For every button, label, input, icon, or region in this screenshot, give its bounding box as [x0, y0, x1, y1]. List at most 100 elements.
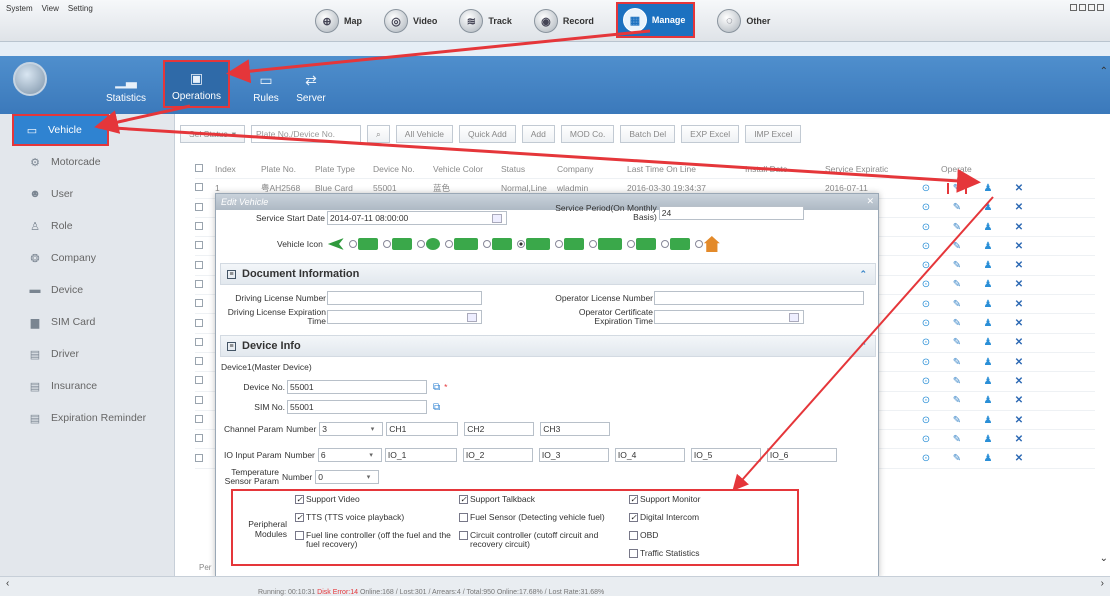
io-3-field[interactable]: IO_3	[538, 448, 609, 462]
peripheral-option[interactable]: Fuel line controller (off the fuel and t…	[295, 531, 455, 549]
sidebar-item-expiration-reminder[interactable]: ▤ Expiration Reminder	[0, 402, 174, 434]
exp-excel-button[interactable]: EXP Excel	[681, 125, 740, 143]
vehicle-icon-option[interactable]	[382, 238, 412, 250]
edit-icon[interactable]: ✎	[952, 415, 962, 426]
sidebar-item-driver[interactable]: ▤ Driver	[0, 338, 174, 370]
user-icon[interactable]: ♟	[983, 279, 993, 290]
vehicle-icon-option[interactable]	[516, 238, 550, 250]
driving-license-field[interactable]	[327, 291, 482, 305]
tab-statistics[interactable]: ▁▃ Statistics	[98, 60, 154, 108]
user-icon[interactable]: ♟	[983, 376, 993, 387]
checkbox[interactable]	[459, 513, 468, 522]
vehicle-icon-option[interactable]	[348, 238, 378, 250]
scroll-up-icon[interactable]: ⌃	[1100, 66, 1108, 77]
row-checkbox[interactable]	[195, 241, 203, 250]
io-6-field[interactable]: IO_6	[766, 448, 837, 462]
sidebar-item-insurance[interactable]: ▤ Insurance	[0, 370, 174, 402]
sidebar-item-role[interactable]: ♙ Role	[0, 210, 174, 242]
row-checkbox[interactable]	[195, 357, 203, 366]
row-checkbox[interactable]	[195, 395, 203, 404]
delete-icon[interactable]: ✕	[1014, 279, 1024, 290]
delete-icon[interactable]: ✕	[1014, 434, 1024, 445]
row-checkbox[interactable]	[195, 222, 203, 231]
quick-add-button[interactable]: Quick Add	[459, 125, 516, 143]
edit-icon[interactable]: ✎	[952, 241, 962, 252]
sim-no-field[interactable]: 55001	[287, 400, 427, 414]
row-checkbox[interactable]	[195, 299, 203, 308]
io-5-field[interactable]: IO_5	[690, 448, 761, 462]
row-checkbox[interactable]	[195, 415, 203, 423]
view-icon[interactable]: ⊙	[921, 279, 931, 290]
view-icon[interactable]: ⊙	[921, 415, 931, 426]
maximize-icon[interactable]	[1088, 4, 1095, 11]
nav-other-button[interactable]: ◌ Other	[717, 6, 770, 36]
sidebar-item-vehicle[interactable]: ▭ Vehicle	[12, 114, 109, 146]
vehicle-icon-option[interactable]	[626, 238, 656, 250]
calendar-icon[interactable]	[491, 213, 502, 223]
tab-operations[interactable]: ▣ Operations	[163, 60, 230, 108]
nav-video-button[interactable]: ◎ Video	[384, 6, 437, 36]
peripheral-option[interactable]: Traffic Statistics	[629, 549, 789, 558]
edit-icon[interactable]: ✎	[947, 182, 967, 194]
imp-excel-button[interactable]: IMP Excel	[745, 125, 802, 143]
row-checkbox[interactable]	[195, 183, 203, 192]
sidebar-item-company[interactable]: ❂ Company	[0, 242, 174, 274]
row-checkbox[interactable]	[195, 279, 203, 288]
search-button[interactable]: ⌕	[367, 125, 390, 143]
all-vehicle-button[interactable]: All Vehicle	[395, 125, 454, 143]
row-checkbox[interactable]	[195, 337, 203, 346]
row-checkbox[interactable]	[195, 318, 203, 327]
view-icon[interactable]: ⊙	[921, 299, 931, 310]
user-icon[interactable]: ♟	[983, 299, 993, 310]
peripheral-option[interactable]: Circuit controller (cutoff circuit and r…	[459, 531, 609, 549]
status-select[interactable]: Sel Status ▾	[180, 125, 246, 143]
view-icon[interactable]: ⊙	[921, 318, 931, 329]
user-icon[interactable]: ♟	[983, 318, 993, 329]
delete-icon[interactable]: ✕	[1014, 222, 1024, 233]
edit-icon[interactable]: ✎	[952, 202, 962, 213]
user-icon[interactable]: ♟	[983, 395, 993, 406]
io-4-field[interactable]: IO_4	[614, 448, 685, 462]
user-icon[interactable]: ♟	[983, 222, 993, 233]
temperature-number-select[interactable]: 0 ▾	[315, 470, 380, 484]
nav-map-button[interactable]: ⊕ Map	[315, 6, 362, 36]
document-info-header[interactable]: ≡ Document Information ⌃	[220, 263, 876, 285]
peripheral-option[interactable]: Support Monitor	[629, 495, 789, 504]
sidebar-item-user[interactable]: ☻ User	[0, 178, 174, 210]
peripheral-option[interactable]: Support Talkback	[459, 495, 619, 504]
edit-icon[interactable]: ✎	[952, 434, 962, 445]
view-icon[interactable]: ⊙	[921, 222, 931, 233]
peripheral-option[interactable]: OBD	[629, 531, 789, 540]
minimize-icon[interactable]	[1070, 4, 1077, 11]
view-icon[interactable]: ⊙	[921, 202, 931, 213]
user-icon[interactable]: ♟	[983, 453, 993, 464]
edit-icon[interactable]: ✎	[952, 357, 962, 368]
edit-icon[interactable]: ✎	[952, 279, 962, 290]
mod-co-button[interactable]: MOD Co.	[560, 125, 615, 143]
vehicle-icon-option[interactable]	[554, 238, 584, 250]
delete-icon[interactable]: ✕	[1014, 395, 1024, 406]
menu-system[interactable]: System	[6, 4, 33, 13]
nav-record-button[interactable]: ◉ Record	[533, 6, 594, 36]
user-icon[interactable]: ♟	[983, 415, 993, 426]
checkbox[interactable]	[295, 495, 304, 504]
copy-icon[interactable]: ⧉	[433, 382, 440, 393]
edit-icon[interactable]: ✎	[952, 376, 962, 387]
peripheral-option[interactable]: TTS (TTS voice playback)	[295, 513, 455, 522]
service-period-field[interactable]: 24	[658, 206, 804, 220]
checkbox[interactable]	[459, 531, 468, 540]
user-icon[interactable]: ♟	[983, 260, 993, 271]
vehicle-icon-option[interactable]	[327, 238, 344, 250]
view-icon[interactable]: ⊙	[921, 241, 931, 252]
view-icon[interactable]: ⊙	[921, 434, 931, 445]
delete-icon[interactable]: ✕	[1014, 260, 1024, 271]
delete-icon[interactable]: ✕	[1014, 453, 1024, 464]
io-number-select[interactable]: 6 ▾	[317, 448, 382, 462]
device-no-field[interactable]: 55001	[287, 380, 427, 394]
edit-icon[interactable]: ✎	[952, 318, 962, 329]
search-input[interactable]: Plate No./Device No.	[251, 125, 362, 143]
vehicle-icon-option[interactable]	[588, 238, 622, 250]
row-checkbox[interactable]	[195, 453, 203, 462]
driving-license-exp-field[interactable]	[327, 310, 482, 324]
user-icon[interactable]: ♟	[983, 202, 993, 213]
